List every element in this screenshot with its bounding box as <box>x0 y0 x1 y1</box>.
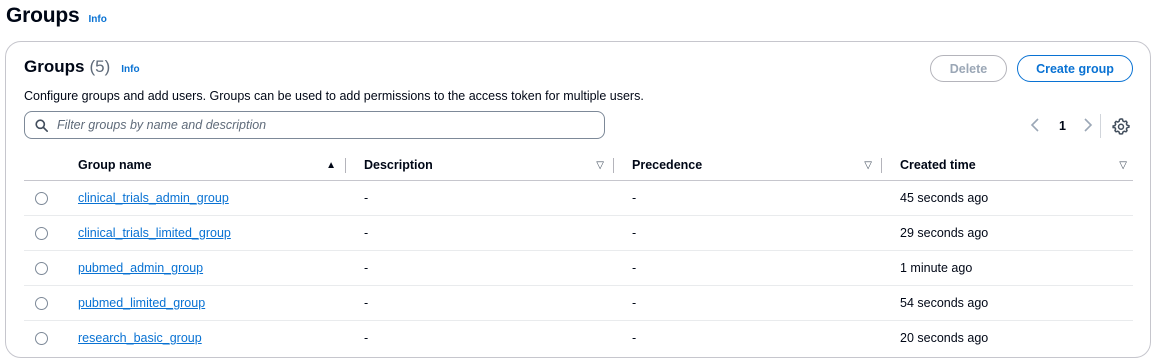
chevron-left-icon[interactable] <box>1028 117 1042 135</box>
row-radio[interactable] <box>35 296 48 310</box>
create-group-button[interactable]: Create group <box>1017 55 1133 82</box>
page-header: Groups Info <box>6 4 107 30</box>
precedence-cell: - <box>614 215 882 251</box>
description-cell: - <box>346 180 614 216</box>
table-row[interactable]: clinical_trials_admin_group - - 45 secon… <box>24 180 1133 216</box>
row-radio[interactable] <box>35 261 48 275</box>
description-cell: - <box>346 215 614 251</box>
column-header-precedence[interactable]: Precedence ▽ <box>614 150 882 181</box>
row-radio[interactable] <box>35 226 48 240</box>
delete-button[interactable]: Delete <box>930 55 1007 82</box>
sort-icon[interactable]: ▽ <box>596 160 604 171</box>
sort-icon[interactable]: ▽ <box>1119 160 1127 171</box>
column-label: Group name <box>78 158 152 172</box>
group-name-link[interactable]: pubmed_limited_group <box>78 296 205 310</box>
description-cell: - <box>346 250 614 286</box>
created-time-cell: 29 seconds ago <box>882 215 1133 251</box>
search-input[interactable] <box>57 118 577 132</box>
groups-title: Groups <box>24 57 85 76</box>
column-header-description[interactable]: Description ▽ <box>346 150 614 181</box>
precedence-cell: - <box>614 285 882 321</box>
sort-icon[interactable]: ▽ <box>864 160 872 171</box>
column-label: Description <box>364 158 433 172</box>
description-cell: - <box>364 331 369 346</box>
search-box[interactable] <box>24 111 605 139</box>
page-title: Groups <box>6 4 80 27</box>
precedence-cell: - <box>632 331 637 346</box>
column-header-created-time[interactable]: Created time ▽ <box>882 150 1133 181</box>
groups-count: (5) <box>89 57 111 76</box>
groups-header: Groups (5) Info <box>24 57 140 77</box>
created-time-cell: 45 seconds ago <box>882 180 1133 216</box>
table-row[interactable]: clinical_trials_limited_group - - 29 sec… <box>24 215 1133 251</box>
description-cell: - <box>346 285 614 321</box>
groups-container: Groups (5) Info Configure groups and add… <box>5 41 1151 358</box>
groups-info-link[interactable]: Info <box>121 64 139 75</box>
search-icon <box>35 118 48 132</box>
group-name-link[interactable]: clinical_trials_admin_group <box>78 191 229 205</box>
page-number[interactable]: 1 <box>1059 119 1066 133</box>
precedence-cell: - <box>614 250 882 286</box>
sort-ascending-icon[interactable]: ▲ <box>326 160 336 171</box>
group-name-link[interactable]: pubmed_admin_group <box>78 261 203 275</box>
created-time-cell: 54 seconds ago <box>882 285 1133 321</box>
column-header-group-name[interactable]: Group name ▲ <box>78 150 346 181</box>
group-name-link[interactable]: research_basic_group <box>78 331 202 345</box>
pagination: 1 <box>1028 117 1095 135</box>
precedence-cell: - <box>614 180 882 216</box>
column-label: Precedence <box>632 158 703 172</box>
pager-divider <box>1100 114 1101 138</box>
row-radio[interactable] <box>35 331 48 345</box>
group-name-link[interactable]: clinical_trials_limited_group <box>78 226 231 240</box>
gear-icon[interactable] <box>1112 117 1130 135</box>
row-radio[interactable] <box>35 191 48 205</box>
table-header-row: Group name ▲ Description ▽ Precedence ▽ … <box>24 150 1133 181</box>
table-row[interactable]: pubmed_limited_group - - 54 seconds ago <box>24 285 1133 321</box>
table-row[interactable]: research_basic_group - - 20 seconds ago <box>24 321 1133 356</box>
page-info-link[interactable]: Info <box>88 14 106 25</box>
created-time-cell: 1 minute ago <box>882 250 1133 286</box>
chevron-right-icon[interactable] <box>1081 117 1095 135</box>
select-column-header <box>24 150 78 181</box>
groups-description: Configure groups and add users. Groups c… <box>24 89 644 103</box>
created-time-cell: 20 seconds ago <box>900 331 989 346</box>
column-label: Created time <box>900 158 976 172</box>
groups-table: Group name ▲ Description ▽ Precedence ▽ … <box>24 150 1133 356</box>
table-row[interactable]: pubmed_admin_group - - 1 minute ago <box>24 250 1133 286</box>
